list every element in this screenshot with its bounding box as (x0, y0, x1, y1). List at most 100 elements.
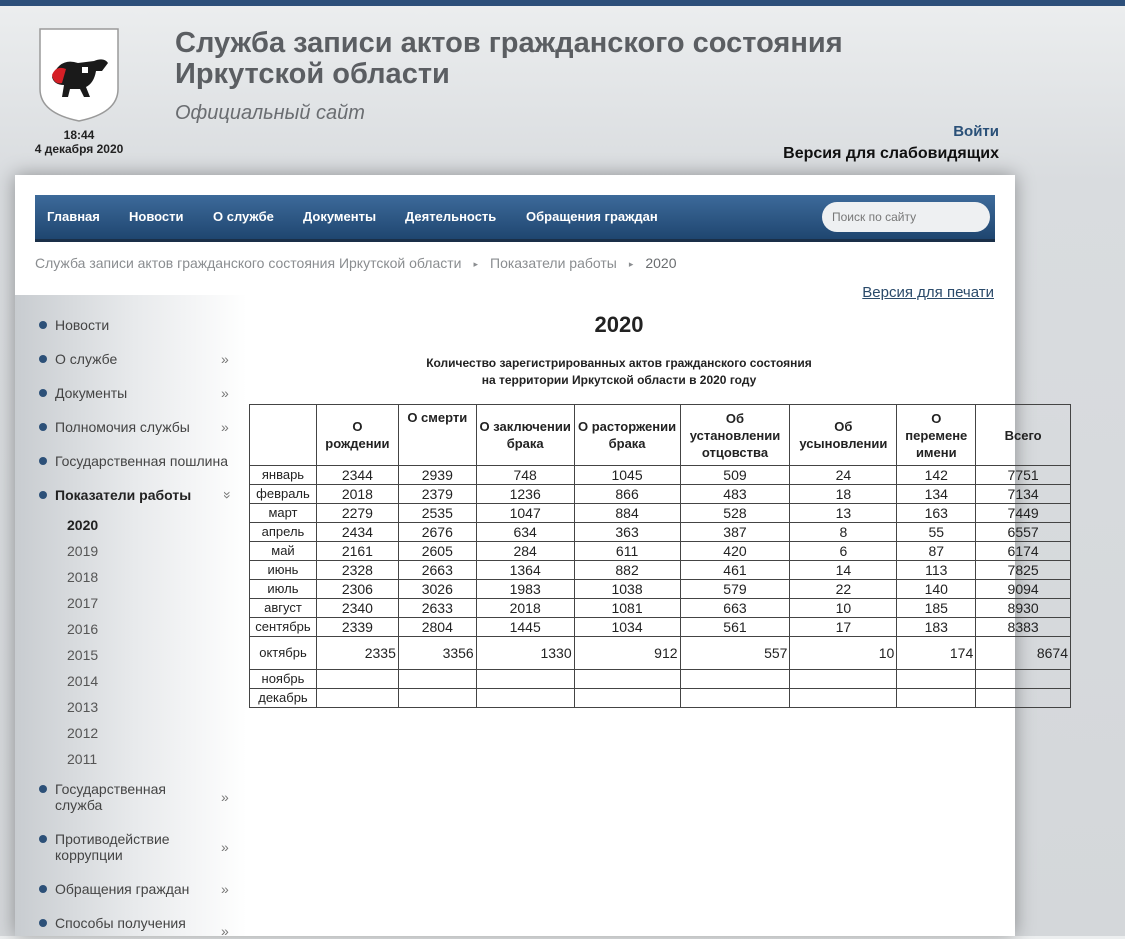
table-row: август 2340 2633 2018 1081 663 10 185 8930 (249, 598, 1071, 618)
sidebar-year-2018[interactable]: 2018 (67, 569, 98, 585)
table-cell: 3356 (397, 636, 477, 670)
table-month-cell: февраль (249, 484, 317, 504)
table-cell: 185 (896, 598, 977, 618)
bullet-icon (39, 919, 47, 927)
table-cell: 17 (789, 617, 898, 637)
bullet-icon (39, 321, 47, 329)
table-cell: 2804 (397, 617, 477, 637)
table-cell (573, 688, 681, 708)
table-month-cell: сентябрь (249, 617, 317, 637)
nav-item-documents[interactable]: Документы (303, 195, 376, 239)
double-chevron-right-icon[interactable]: » (221, 385, 229, 401)
nav-item-appeals[interactable]: Обращения граждан (526, 195, 658, 239)
sidebar-item-label: О службе (55, 351, 118, 367)
sidebar-item-label: Противодействие коррупции (55, 831, 170, 863)
table-cell (789, 669, 898, 689)
table-cell: 140 (896, 579, 977, 599)
table-header-cell: О расторжении брака (573, 404, 681, 466)
breadcrumb-item-home[interactable]: Служба записи актов гражданского состоян… (35, 255, 461, 271)
low-vision-link[interactable]: Версия для слабовидящих (783, 145, 999, 163)
table-month-cell: декабрь (249, 688, 317, 708)
bullet-icon (39, 835, 47, 843)
table-cell: 2018 (475, 598, 575, 618)
table-cell: 7751 (975, 465, 1071, 485)
table-cell: 9094 (975, 579, 1071, 599)
table-cell: 363 (573, 522, 681, 542)
table-cell: 748 (475, 465, 575, 485)
table-cell: 912 (573, 636, 681, 670)
site-subtitle: Официальный сайт (175, 102, 365, 124)
table-cell: 8930 (975, 598, 1071, 618)
sidebar-item-label: Способы получения (55, 915, 186, 931)
sidebar-year-2020[interactable]: 2020 (67, 517, 98, 533)
sidebar-year-2013[interactable]: 2013 (67, 699, 98, 715)
table-row: сентябрь 2339 2804 1445 1034 561 17 183 8383 (249, 617, 1071, 637)
table-cell: 2339 (315, 617, 399, 637)
sidebar-year-2011[interactable]: 2011 (67, 751, 97, 767)
table-cell: 1330 (475, 636, 575, 670)
bullet-icon (39, 885, 47, 893)
sidebar-year-2017[interactable]: 2017 (67, 595, 98, 611)
site-title-line1: Служба записи актов гражданского состоян… (175, 27, 843, 59)
table-row: октябрь 2335 3356 1330 912 557 10 174 8674 (249, 636, 1071, 670)
table-cell: 2306 (315, 579, 399, 599)
double-chevron-right-icon[interactable]: » (221, 839, 229, 855)
table-cell (896, 669, 977, 689)
table-cell: 2535 (397, 503, 477, 523)
table-cell: 2633 (397, 598, 477, 618)
table-row: декабрь (249, 688, 1071, 708)
site-title[interactable]: Служба записи актов гражданского состоян… (175, 28, 935, 90)
login-link[interactable]: Войти (953, 123, 999, 140)
table-cell: 2605 (397, 541, 477, 561)
search-input[interactable] (822, 202, 990, 232)
print-version-link[interactable]: Версия для печати (862, 284, 994, 301)
double-chevron-right-icon[interactable]: » (221, 789, 229, 805)
table-cell: 2663 (397, 560, 477, 580)
table-cell: 1034 (573, 617, 681, 637)
table-cell: 7134 (975, 484, 1071, 504)
table-cell (975, 669, 1071, 689)
nav-item-activity[interactable]: Деятельность (405, 195, 496, 239)
double-chevron-right-icon[interactable]: » (221, 881, 229, 897)
statistics-table: О рождении О смерти О заключении брака О… (249, 404, 1071, 708)
irkutsk-coat-of-arms-icon[interactable] (38, 27, 120, 123)
table-cell: 55 (896, 522, 977, 542)
table-row: ноябрь (249, 669, 1071, 689)
sidebar-year-2015[interactable]: 2015 (67, 647, 98, 663)
bullet-icon (39, 355, 47, 363)
sidebar-year-2016[interactable]: 2016 (67, 621, 98, 637)
double-chevron-right-icon[interactable]: » (221, 923, 229, 939)
double-chevron-right-icon[interactable]: » (221, 419, 229, 435)
table-cell: 884 (573, 503, 681, 523)
table-cell (573, 669, 681, 689)
table-caption-line2: на территории Иркутской области в 2020 г… (481, 373, 757, 387)
bullet-icon (39, 423, 47, 431)
table-cell (475, 669, 575, 689)
table-cell: 8383 (975, 617, 1071, 637)
table-row: март 2279 2535 1047 884 528 13 163 7449 (249, 503, 1071, 523)
table-cell: 6557 (975, 522, 1071, 542)
breadcrumb-item-indicators[interactable]: Показатели работы (490, 255, 617, 271)
double-chevron-down-icon[interactable]: » (220, 491, 236, 499)
nav-item-news[interactable]: Новости (129, 195, 184, 239)
table-month-cell: май (249, 541, 317, 561)
table-cell: 10 (789, 636, 898, 670)
nav-item-home[interactable]: Главная (47, 195, 100, 239)
double-chevron-right-icon[interactable]: » (221, 351, 229, 367)
table-row: апрель 2434 2676 634 363 387 8 55 6557 (249, 522, 1071, 542)
table-cell: 1236 (475, 484, 575, 504)
table-cell: 2939 (397, 465, 477, 485)
table-cell: 420 (679, 541, 791, 561)
sidebar-year-2019[interactable]: 2019 (67, 543, 98, 559)
table-month-cell: октябрь (249, 636, 317, 670)
table-caption: Количество зарегистрированных актов граж… (249, 355, 989, 389)
nav-item-about[interactable]: О службе (213, 195, 274, 239)
table-cell (679, 669, 791, 689)
table-cell: 174 (896, 636, 977, 670)
table-row: январь 2344 2939 748 1045 509 24 142 7751 (249, 465, 1071, 485)
table-header-cell: Об усыновлении (789, 404, 898, 466)
table-cell: 611 (573, 541, 681, 561)
sidebar-year-2012[interactable]: 2012 (67, 725, 98, 741)
table-cell: 2344 (315, 465, 399, 485)
sidebar-year-2014[interactable]: 2014 (67, 673, 98, 689)
